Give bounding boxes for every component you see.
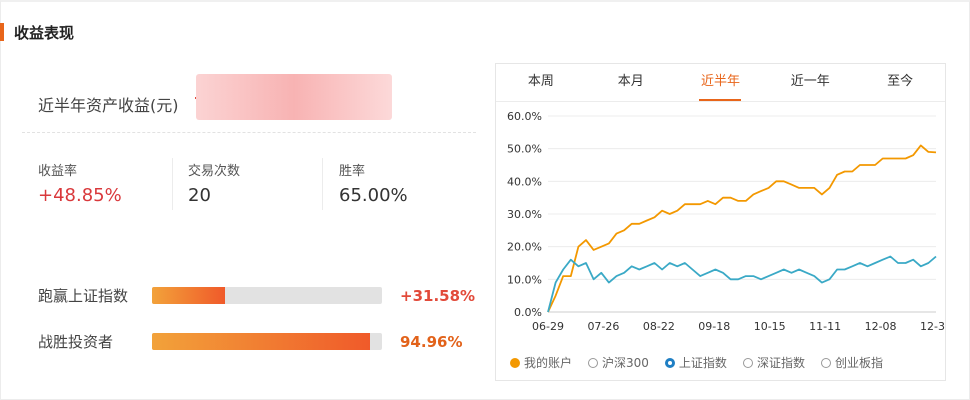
stat-separator	[322, 158, 323, 210]
legend-csi300[interactable]: 沪深300	[588, 354, 649, 371]
legend-label: 创业板指	[834, 356, 883, 370]
y-tick-label: 60.0%	[507, 110, 542, 123]
asset-return-redacted	[196, 74, 392, 120]
stat-trade-count: 交易次数 20	[188, 160, 240, 206]
stat-return-rate: 收益率 +48.85%	[38, 160, 122, 206]
beat-index-label: 跑赢上证指数	[38, 287, 129, 305]
return-line-chart: 0.0% 10.0% 20.0% 30.0% 40.0% 50.0% 60.0% 06-29 0…	[507, 110, 945, 333]
legend-ring-dot-icon	[664, 357, 675, 368]
y-tick-label: 20.0%	[507, 241, 542, 254]
x-tick-label: 11-11	[809, 320, 841, 333]
tab-week[interactable]: 本周	[496, 64, 586, 101]
legend-hollow-dot-icon	[588, 357, 599, 368]
beat-index-track	[152, 287, 382, 304]
legend-hollow-dot-icon	[820, 357, 831, 368]
y-tick-label: 0.0%	[514, 306, 542, 319]
legend-label: 深证指数	[756, 356, 805, 370]
stat-label: 收益率	[38, 164, 78, 179]
legend-label: 我的账户	[524, 356, 573, 370]
asset-return-label: 近半年资产收益(元)	[38, 96, 179, 115]
stat-label: 交易次数	[188, 164, 241, 179]
tab-to-date[interactable]: 至今	[855, 64, 945, 101]
sse-index-line	[547, 255, 937, 313]
x-tick-label: 12-08	[865, 320, 897, 333]
chart-card: 本周 本月 近半年 近一年 至今 0.0% 10.0% 20.0% 30.0% 40.0…	[495, 63, 946, 381]
section-title: 收益表现	[14, 23, 75, 42]
stat-value: 20	[188, 185, 211, 206]
divider	[22, 132, 476, 133]
x-tick-label: 12-31	[920, 320, 945, 333]
legend-szse-index[interactable]: 深证指数	[742, 354, 805, 371]
x-tick-label: 06-29	[532, 320, 564, 333]
x-tick-label: 08-22	[643, 320, 675, 333]
stat-label: 胜率	[339, 164, 366, 179]
legend-sse-index[interactable]: 上证指数	[664, 354, 727, 371]
my-account-line	[547, 144, 937, 313]
chart-legend: 我的账户 沪深300 上证指数 深证指数 创业板指	[510, 354, 883, 371]
section-header: 收益表现	[0, 22, 74, 42]
beat-index-value: +31.58%	[400, 286, 476, 305]
legend-my-account[interactable]: 我的账户	[510, 354, 572, 371]
tab-one-year[interactable]: 近一年	[765, 64, 855, 101]
beat-investors-value: 94.96%	[400, 332, 463, 351]
y-tick-label: 10.0%	[507, 273, 542, 286]
tab-month[interactable]: 本月	[586, 64, 676, 101]
period-tabs: 本周 本月 近半年 近一年 至今	[496, 64, 945, 102]
tab-half-year[interactable]: 近半年	[676, 64, 766, 101]
legend-solid-dot-icon	[510, 357, 520, 368]
stat-value: +48.85%	[38, 185, 122, 206]
beat-investors-fill	[152, 333, 371, 350]
beat-index-fill	[152, 287, 225, 304]
legend-hollow-dot-icon	[742, 357, 753, 368]
beat-index-row: 跑赢上证指数 +31.58%	[38, 285, 475, 306]
legend-label: 上证指数	[678, 356, 727, 370]
legend-label: 沪深300	[602, 356, 649, 370]
x-tick-label: 09-18	[698, 320, 730, 333]
x-tick-label: 07-26	[587, 320, 619, 333]
y-tick-label: 40.0%	[507, 175, 542, 188]
section-accent-bar	[0, 23, 4, 41]
legend-chinext-index[interactable]: 创业板指	[820, 354, 883, 371]
stat-win-rate: 胜率 65.00%	[339, 160, 408, 206]
beat-investors-label: 战胜投资者	[38, 333, 114, 351]
y-tick-label: 50.0%	[507, 143, 542, 156]
stat-value: 65.00%	[339, 185, 408, 206]
y-tick-label: 30.0%	[507, 208, 542, 221]
stat-separator	[172, 158, 173, 210]
x-tick-label: 10-15	[754, 320, 786, 333]
beat-investors-track	[152, 333, 382, 350]
beat-investors-row: 战胜投资者 94.96%	[38, 331, 462, 352]
